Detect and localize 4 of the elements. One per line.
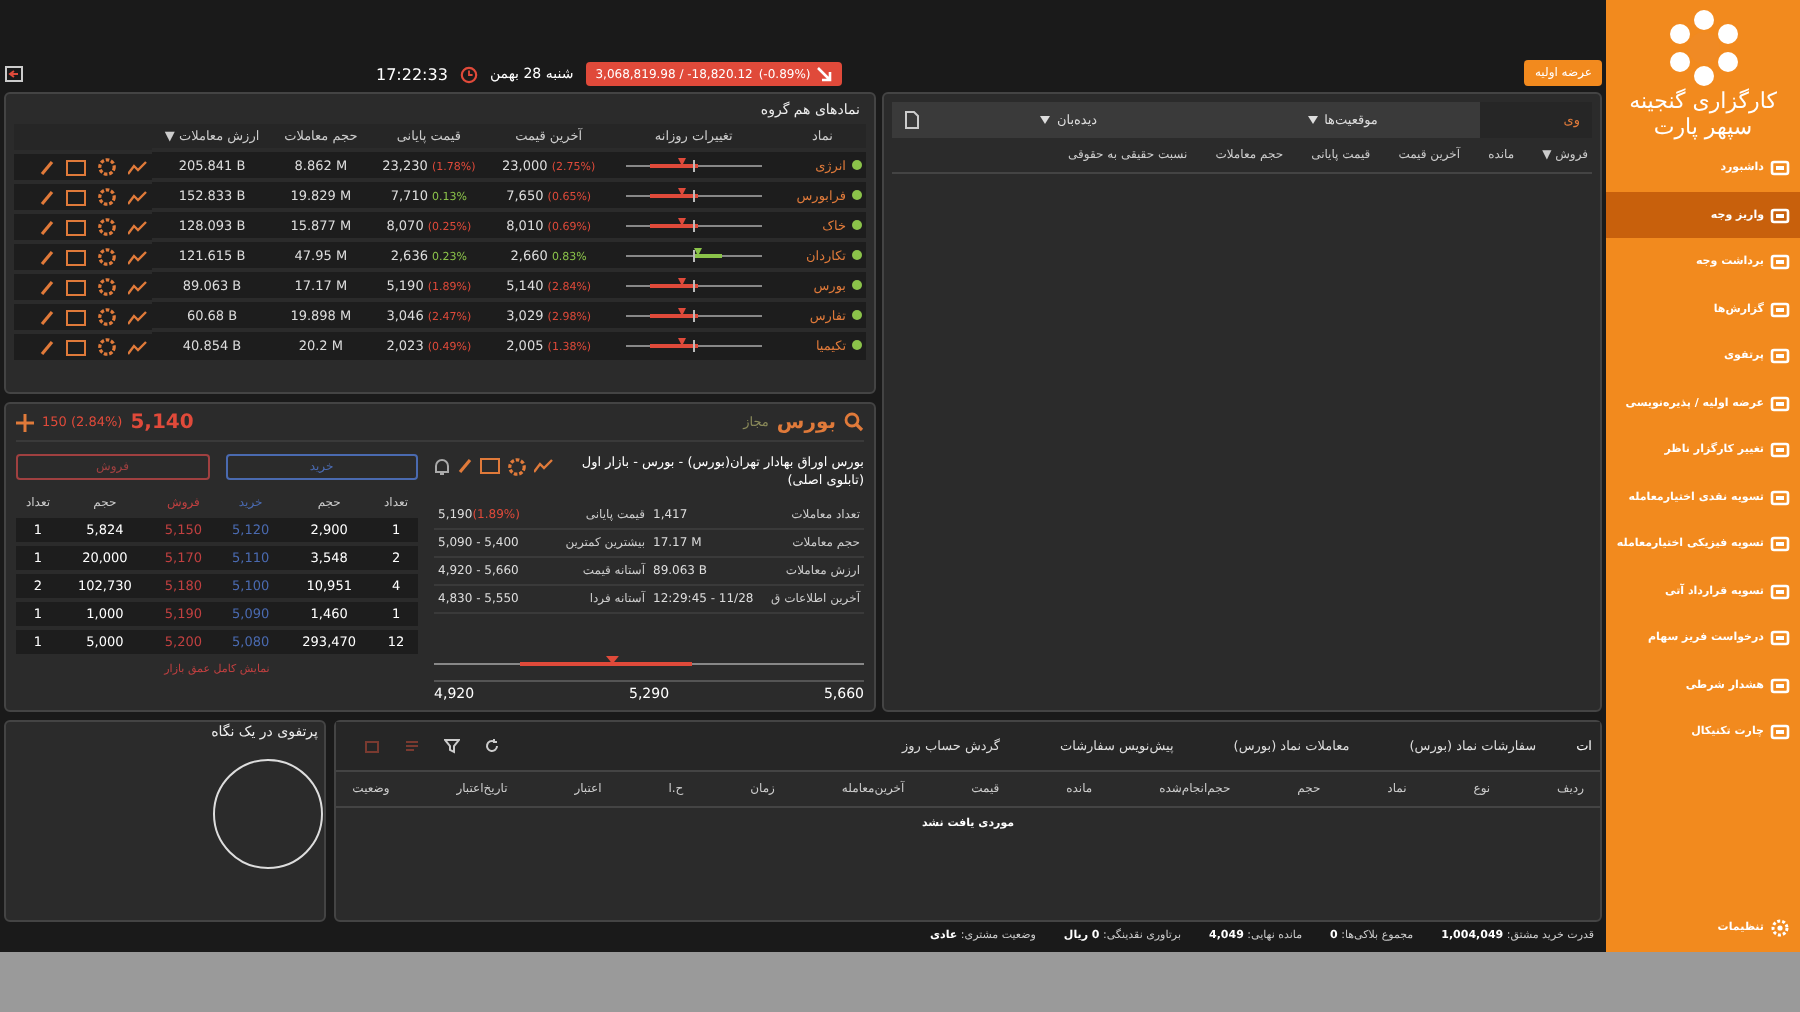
brand-name: کارگزاری گنجینه سپهر پارت [1627,88,1779,141]
symbol-price: 5,140 [130,411,194,433]
clock-time: 17:22:33 [376,65,448,83]
symbol-name: بورس [776,411,836,433]
